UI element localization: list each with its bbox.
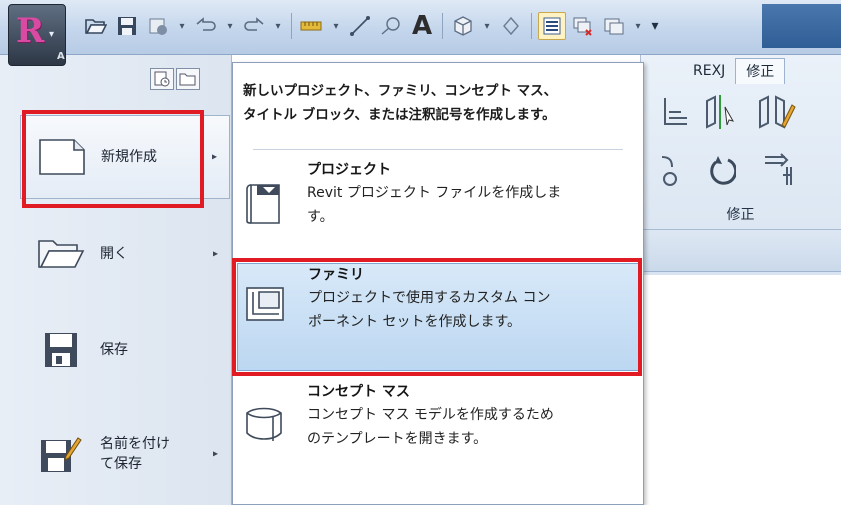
- divider: [253, 149, 623, 150]
- measure-dropdown-icon[interactable]: ▾: [329, 12, 343, 40]
- text-icon[interactable]: A: [408, 11, 436, 41]
- dimension-icon[interactable]: [346, 12, 374, 40]
- conceptual-mass-icon: [237, 381, 291, 485]
- align-icon[interactable]: [656, 92, 696, 132]
- redo-dropdown-icon[interactable]: ▾: [271, 12, 285, 40]
- rotate-icon[interactable]: [700, 150, 740, 190]
- switch-windows-icon[interactable]: [600, 12, 628, 40]
- mirror-pick-icon[interactable]: [700, 92, 740, 132]
- screen: { "app": { "logo_letter": "R", "menu_bad…: [0, 0, 841, 505]
- tab-rexj[interactable]: REXJ: [683, 58, 735, 84]
- revit-logo-icon: R: [16, 11, 45, 51]
- divider: [640, 229, 841, 230]
- sync-icon[interactable]: [144, 12, 172, 40]
- ribbon-tabs: REXJ 修正: [683, 58, 786, 84]
- project-icon: [237, 159, 291, 257]
- thin-lines-icon[interactable]: [538, 12, 566, 40]
- options-bar: [640, 232, 841, 272]
- chevron-down-icon: ▾: [49, 29, 55, 40]
- sync-dropdown-icon[interactable]: ▾: [175, 12, 189, 40]
- submenu-header: 新しいプロジェクト、ファミリ、コンセプト マス、 タイトル ブロック、または注釈…: [243, 79, 633, 127]
- menu-item-save-as[interactable]: 名前を付け て保存 ▸: [20, 412, 230, 496]
- separator: [291, 13, 292, 39]
- quick-access-toolbar: ▾ ▾ ▾ ▾ A ▾ ▾ ▾: [0, 0, 841, 55]
- undo-dropdown-icon[interactable]: ▾: [223, 12, 237, 40]
- menu-item-label: 名前を付け て保存: [100, 434, 170, 474]
- save-disk-icon: [36, 329, 86, 371]
- offset-icon[interactable]: [650, 150, 690, 190]
- mirror-draw-icon[interactable]: [756, 92, 796, 132]
- menu-item-label-line2: て保存: [100, 456, 142, 472]
- ribbon-panel-label: 修正: [726, 207, 755, 223]
- menu-badge: A: [57, 51, 65, 62]
- submenu-arrow-icon: ▸: [211, 151, 217, 163]
- submenu-item-desc-line2: のテンプレートを開きます。: [307, 431, 488, 447]
- highlight-box-new: [22, 110, 204, 208]
- 3d-view-dropdown-icon[interactable]: ▾: [480, 12, 494, 40]
- submenu-arrow-icon: ▸: [212, 448, 218, 460]
- save-as-icon: [36, 433, 86, 475]
- 3d-view-icon[interactable]: [449, 12, 477, 40]
- section-icon[interactable]: [497, 12, 525, 40]
- menu-item-open[interactable]: 開く ▸: [20, 212, 230, 296]
- undo-icon[interactable]: [192, 12, 220, 40]
- submenu-item-desc-line1: コンセプト マス モデルを作成するため: [307, 407, 554, 423]
- separator: [531, 13, 532, 39]
- save-icon[interactable]: [113, 12, 141, 40]
- application-menu-button[interactable]: R ▾ A: [8, 4, 66, 66]
- submenu-header-line2: タイトル ブロック、または注釈記号を作成します。: [243, 107, 556, 123]
- submenu-item-title: コンセプト マス: [307, 384, 410, 400]
- submenu-item-desc-line2: す。: [307, 209, 334, 225]
- submenu-item-project[interactable]: プロジェクト Revit プロジェクト ファイルを作成しま す。: [237, 159, 639, 257]
- menu-item-label: 開く: [100, 246, 128, 262]
- highlight-box-family: [232, 258, 642, 376]
- tab-modify[interactable]: 修正: [735, 58, 786, 84]
- close-hidden-icon[interactable]: [569, 12, 597, 40]
- open-icon[interactable]: [82, 12, 110, 40]
- quick-access-icons: ▾ ▾ ▾ ▾ A ▾ ▾ ▾: [82, 10, 662, 42]
- open-folder-icon: [36, 233, 86, 275]
- submenu-header-line1: 新しいプロジェクト、ファミリ、コンセプト マス、: [243, 83, 558, 99]
- submenu-item-desc-line1: Revit プロジェクト ファイルを作成しま: [307, 185, 562, 201]
- submenu-arrow-icon: ▸: [212, 248, 218, 260]
- submenu-item-text: コンセプト マス コンセプト マス モデルを作成するため のテンプレートを開きま…: [291, 381, 554, 485]
- menu-item-label: 保存: [100, 342, 128, 358]
- customize-icon[interactable]: ▾: [648, 12, 662, 40]
- separator: [442, 13, 443, 39]
- switch-windows-dropdown-icon[interactable]: ▾: [631, 12, 645, 40]
- submenu-item-title: プロジェクト: [307, 162, 391, 178]
- measure-icon[interactable]: [298, 12, 326, 40]
- submenu-item-conceptual-mass[interactable]: コンセプト マス コンセプト マス モデルを作成するため のテンプレートを開きま…: [237, 381, 639, 485]
- trim-extend-icon[interactable]: [758, 150, 798, 190]
- title-bar-area: [762, 4, 841, 48]
- submenu-item-text: プロジェクト Revit プロジェクト ファイルを作成しま す。: [291, 159, 561, 257]
- redo-icon[interactable]: [240, 12, 268, 40]
- recent-documents-icons: [150, 68, 200, 90]
- menu-item-save[interactable]: 保存: [20, 308, 230, 392]
- menu-item-label-line1: 名前を付け: [100, 436, 170, 452]
- tag-icon[interactable]: [377, 12, 405, 40]
- open-documents-icon[interactable]: [176, 68, 200, 90]
- recent-documents-icon[interactable]: [150, 68, 174, 90]
